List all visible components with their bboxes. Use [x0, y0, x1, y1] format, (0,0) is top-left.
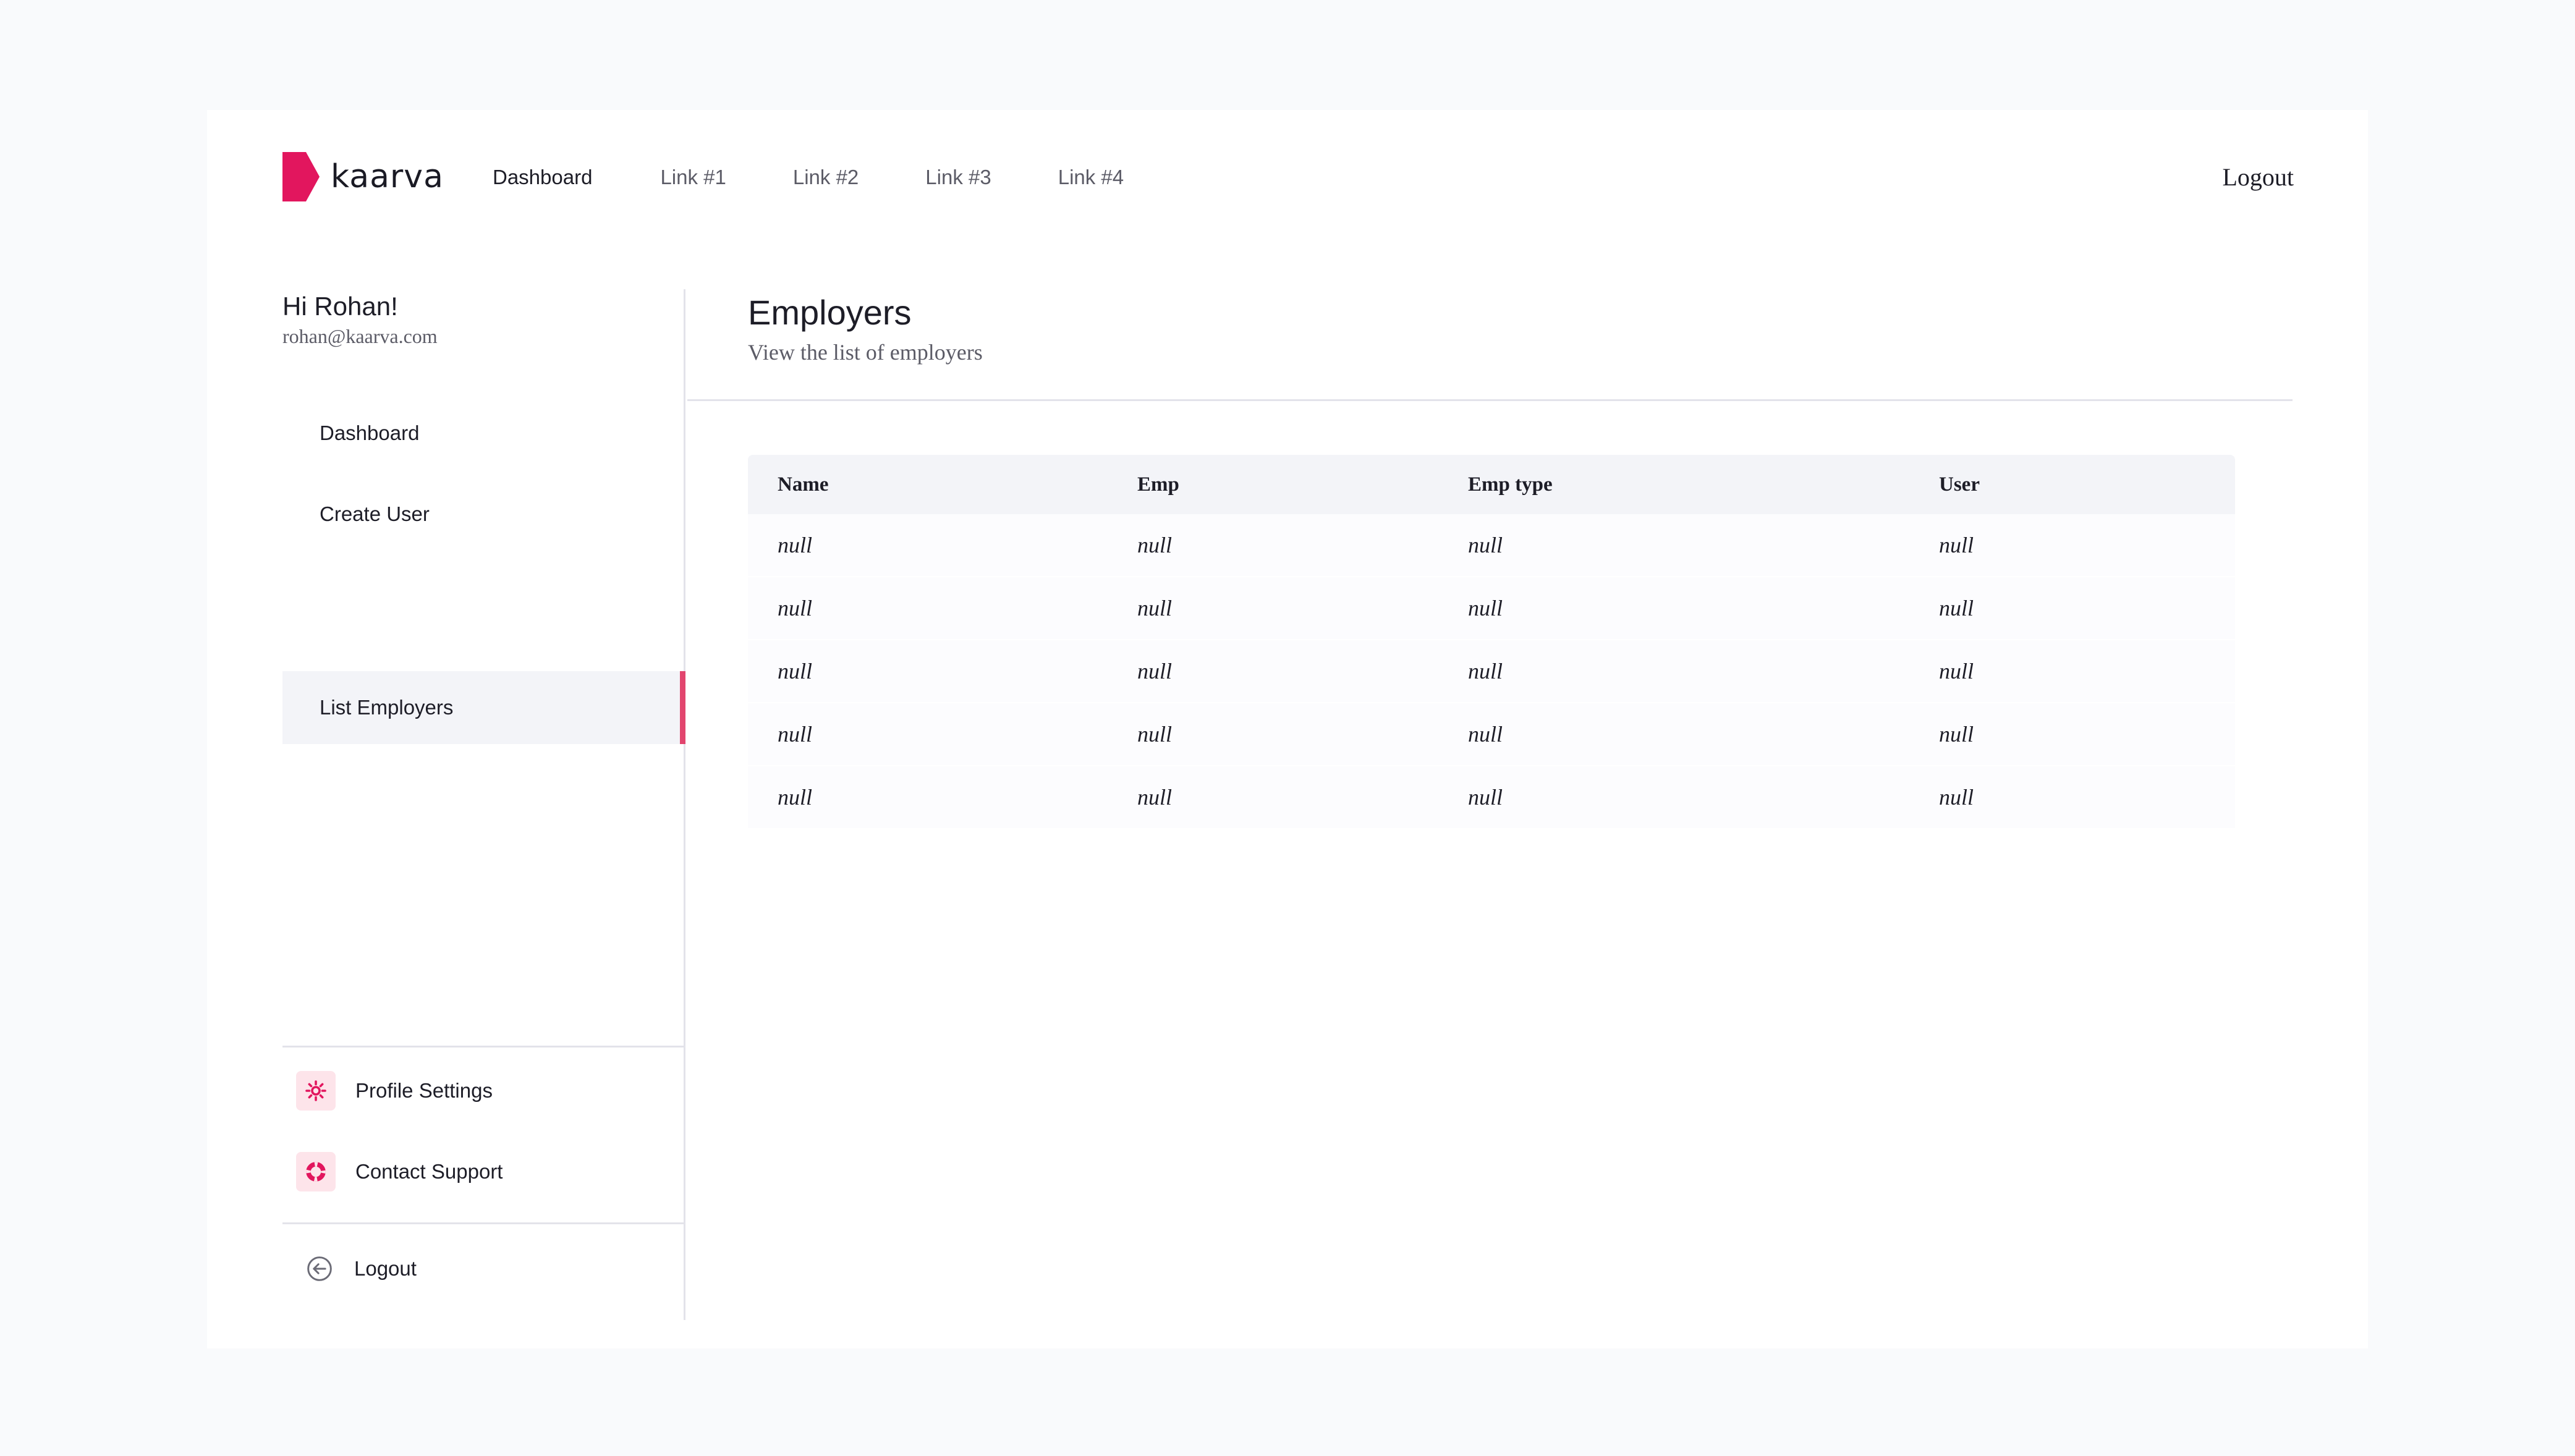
table-cell: null — [748, 514, 1108, 577]
table-cell: null — [1108, 703, 1438, 766]
table-row: null null null null — [748, 577, 2235, 640]
app-card: kaarva Dashboard Link #1 Link #2 Link #3… — [207, 110, 2368, 1348]
table-cell: null — [1909, 640, 2235, 703]
table-cell: null — [1438, 577, 1909, 640]
sidebar-divider-bottom — [282, 1222, 685, 1224]
sidebar-item-create-user[interactable]: Create User — [282, 478, 685, 551]
header-divider — [687, 399, 2293, 401]
table-cell: null — [1909, 514, 2235, 577]
top-navbar: kaarva Dashboard Link #1 Link #2 Link #3… — [207, 110, 2368, 246]
table-row: null null null null — [748, 640, 2235, 703]
profile-settings-link[interactable]: Profile Settings — [296, 1069, 493, 1112]
brand-logo[interactable]: kaarva — [282, 152, 444, 201]
table-cell: null — [748, 640, 1108, 703]
column-header-emp-type: Emp type — [1468, 473, 1553, 496]
top-logout-link[interactable]: Logout — [2222, 162, 2294, 193]
table-cell: null — [748, 703, 1108, 766]
page-subtitle: View the list of employers — [748, 340, 983, 365]
user-email: rohan@kaarva.com — [282, 325, 438, 347]
table-cell: null — [1108, 766, 1438, 829]
sidebar: Hi Rohan! rohan@kaarva.com Dashboard Cre… — [282, 289, 685, 1320]
table-cell: null — [1909, 577, 2235, 640]
table-cell: null — [1108, 514, 1438, 577]
page-title: Employers — [748, 293, 912, 332]
table-cell: null — [1108, 640, 1438, 703]
table-cell: null — [748, 577, 1108, 640]
column-header-emp: Emp — [1137, 473, 1179, 496]
lifebuoy-icon — [296, 1152, 336, 1191]
table-cell: null — [1909, 703, 2235, 766]
sidebar-logout-link[interactable]: Logout — [296, 1247, 417, 1290]
nav-link-2[interactable]: Link #2 — [793, 162, 859, 193]
contact-support-label: Contact Support — [355, 1160, 503, 1183]
nav-link-dashboard[interactable]: Dashboard — [493, 162, 592, 193]
table-row: null null null null — [748, 703, 2235, 766]
sidebar-item-list-employers[interactable]: List Employers — [282, 671, 685, 744]
nav-link-1[interactable]: Link #1 — [660, 162, 726, 193]
table-header-row: Name Emp Emp type User — [748, 455, 2235, 514]
table-row: null null null null — [748, 766, 2235, 829]
table-cell: null — [1438, 514, 1909, 577]
table-cell: null — [748, 766, 1108, 829]
sidebar-divider — [282, 1046, 685, 1048]
table-cell: null — [1438, 640, 1909, 703]
table-cell: null — [1909, 766, 2235, 829]
column-header-name: Name — [778, 473, 829, 496]
nav-link-3[interactable]: Link #3 — [925, 162, 991, 193]
user-greeting: Hi Rohan! — [282, 292, 398, 321]
sidebar-logout-label: Logout — [354, 1257, 417, 1280]
top-nav-links: Dashboard Link #1 Link #2 Link #3 Link #… — [493, 162, 1124, 193]
gear-icon — [296, 1071, 336, 1111]
contact-support-link[interactable]: Contact Support — [296, 1150, 503, 1193]
column-header-user: User — [1939, 473, 1980, 496]
table-row: null null null null — [748, 514, 2235, 577]
table-cell: null — [1108, 577, 1438, 640]
sidebar-item-dashboard[interactable]: Dashboard — [282, 397, 685, 470]
nav-link-4[interactable]: Link #4 — [1058, 162, 1124, 193]
table-cell: null — [1438, 703, 1909, 766]
k-logo-mark-icon — [282, 152, 329, 201]
employers-table: Name Emp Emp type User null null null nu… — [748, 455, 2235, 829]
table-cell: null — [1438, 766, 1909, 829]
arrow-left-circle-icon — [305, 1254, 334, 1284]
brand-name: kaarva — [331, 158, 444, 195]
profile-settings-label: Profile Settings — [355, 1079, 493, 1102]
